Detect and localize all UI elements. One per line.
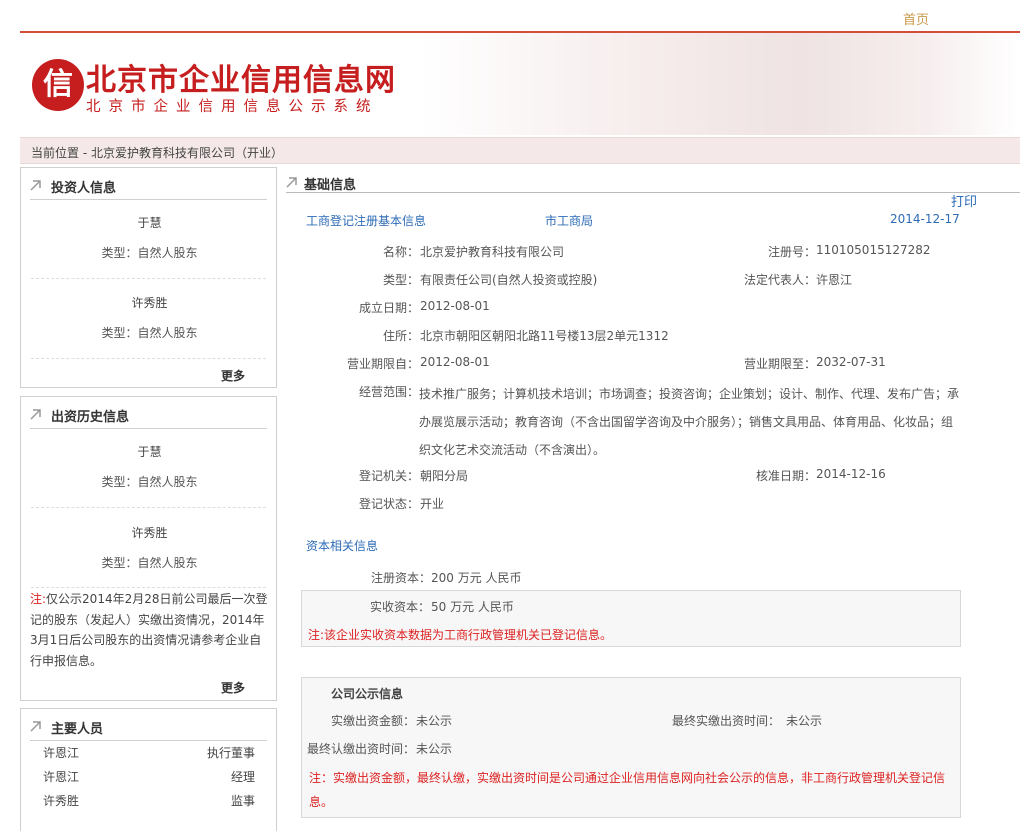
address: 北京市朝阳区朝阳北路11号楼13层2单元1312	[420, 329, 669, 343]
field-label: 注册号：	[767, 245, 816, 259]
field-label: 登记状态：	[358, 497, 419, 511]
field-label: 登记机关：	[358, 469, 419, 483]
credit-seal-logo: 信	[32, 59, 84, 111]
founding-date: 2012-08-01	[420, 299, 490, 313]
capital-note: 注:该企业实收资本数据为工商行政管理机关已登记信息。	[308, 628, 613, 642]
investor-type: 类型：自然人股东	[101, 326, 198, 340]
company-type: 有限责任公司(自然人投资或控股)	[420, 273, 598, 287]
paid-amount-value: 未公示	[416, 714, 453, 728]
field-label: 实缴出资金额：	[330, 714, 415, 728]
divider	[31, 507, 266, 508]
approval-date: 2014-12-16	[816, 467, 886, 481]
panel-title: 出资历史信息	[51, 410, 130, 425]
registration-authority: 市工商局	[545, 214, 594, 228]
panel-title: 主要人员	[51, 722, 104, 737]
investor-name[interactable]: 于慧	[21, 214, 278, 231]
history-panel: 出资历史信息 于慧 类型：自然人股东 许秀胜 类型：自然人股东 注:仅公示201…	[20, 396, 277, 701]
field-label: 法定代表人：	[743, 273, 816, 287]
more-link[interactable]: 更多	[221, 679, 245, 696]
arrow-icon	[30, 721, 41, 732]
history-note: 注:仅公示2014年2月28日前公司最后一次登记的股东（发起人）实缴出资情况，2…	[30, 589, 270, 671]
registration-section-title: 工商登记注册基本信息	[306, 214, 427, 228]
breadcrumb-text: 当前位置 - 北京爱护教育科技有限公司（开业）	[31, 146, 283, 160]
last-paid-time: 未公示	[786, 714, 823, 728]
last-subscribed-time: 未公示	[416, 742, 453, 756]
staff-row: 许恩江 执行董事	[43, 744, 255, 764]
term-start: 2012-08-01	[420, 355, 490, 369]
field-label: 最终实缴出资时间：	[671, 714, 780, 728]
investor-name[interactable]: 于慧	[21, 443, 278, 460]
arrow-icon	[30, 180, 41, 191]
term-end: 2032-07-31	[816, 355, 886, 369]
business-scope: 技术推广服务；计算机技术培训；市场调查；投资咨询；企业策划；设计、制作、代理、发…	[419, 387, 960, 457]
arrow-icon	[286, 177, 297, 188]
field-label: 营业期限至：	[743, 357, 816, 371]
field-label: 最终认缴出资时间：	[306, 742, 415, 756]
arrow-icon	[30, 409, 41, 420]
public-disclosure-note: 注：实缴出资金额，最终认缴，实缴出资时间是公司通过企业信用信息网向社会公示的信息…	[309, 771, 946, 809]
staff-name: 许秀胜	[43, 794, 80, 808]
field-label: 实收资本：	[369, 600, 430, 614]
investor-panel: 投资人信息 于慧 类型：自然人股东 许秀胜 类型：自然人股东 更多	[20, 167, 277, 388]
breadcrumb: 当前位置 - 北京爱护教育科技有限公司（开业）	[20, 137, 1020, 164]
registration-status: 开业	[420, 497, 445, 511]
investor-type: 类型：自然人股东	[101, 475, 198, 489]
field-label: 经营范围：	[358, 385, 419, 399]
investor-type: 类型：自然人股东	[101, 246, 198, 260]
investor-name[interactable]: 许秀胜	[21, 294, 278, 311]
staff-role: 监事	[230, 794, 255, 808]
investor-type: 类型：自然人股东	[101, 556, 198, 570]
field-label: 注册资本：	[370, 571, 431, 585]
site-title: 北京市企业信用信息网	[86, 63, 396, 98]
divider	[30, 199, 267, 200]
investor-name[interactable]: 许秀胜	[21, 524, 278, 541]
site-banner: 信 北京市企业信用信息网 北京市企业信用信息公示系统	[20, 33, 1020, 135]
divider	[31, 358, 266, 359]
field-label: 营业期限自：	[346, 357, 419, 371]
more-link[interactable]: 更多	[221, 367, 245, 384]
paid-capital-box: 实收资本： 50 万元 人民币 注:该企业实收资本数据为工商行政管理机关已登记信…	[301, 590, 961, 647]
registered-capital: 200 万元 人民币	[431, 571, 522, 585]
site-subtitle: 北京市企业信用信息公示系统	[86, 99, 379, 115]
panel-title: 投资人信息	[51, 181, 117, 196]
registration-date: 2014-12-17	[890, 212, 960, 226]
public-disclosure-title: 公司公示信息	[331, 687, 404, 701]
staff-row: 许秀胜 监事	[43, 792, 255, 812]
divider	[31, 587, 266, 588]
company-name: 北京爱护教育科技有限公司	[420, 245, 565, 259]
divider	[30, 428, 267, 429]
staff-row: 许恩江 经理	[43, 768, 255, 788]
section-title: 基础信息	[304, 178, 357, 193]
staff-name: 许恩江	[43, 770, 80, 784]
field-label: 名称：	[382, 245, 419, 259]
top-nav: 首页	[0, 0, 1034, 32]
staff-role: 经理	[230, 770, 255, 784]
paid-capital: 50 万元 人民币	[431, 600, 514, 614]
note-prefix: 注:	[30, 592, 47, 606]
legal-representative: 许恩江	[816, 273, 853, 287]
divider	[31, 278, 266, 279]
staff-role: 执行董事	[206, 746, 255, 760]
note-text: 仅公示2014年2月28日前公司最后一次登记的股东（发起人）实缴出资情况，201…	[30, 592, 268, 668]
capital-section-title: 资本相关信息	[306, 539, 379, 553]
field-label: 住所：	[382, 329, 419, 343]
field-label: 核准日期：	[755, 469, 816, 483]
public-disclosure-box: 公司公示信息 实缴出资金额： 未公示 最终实缴出资时间： 未公示 最终认缴出资时…	[301, 677, 961, 818]
divider	[30, 740, 267, 741]
registration-office: 朝阳分局	[420, 469, 469, 483]
staff-name: 许恩江	[43, 746, 80, 760]
home-link[interactable]: 首页	[903, 9, 929, 28]
field-label: 类型：	[382, 273, 419, 287]
field-label: 成立日期：	[358, 301, 419, 315]
print-link[interactable]: 打印	[951, 191, 977, 210]
basic-info-header: 基础信息	[286, 171, 1020, 193]
staff-panel: 主要人员 许恩江 执行董事 许恩江 经理 许秀胜 监事	[20, 708, 277, 831]
registration-number: 110105015127282	[816, 243, 931, 257]
